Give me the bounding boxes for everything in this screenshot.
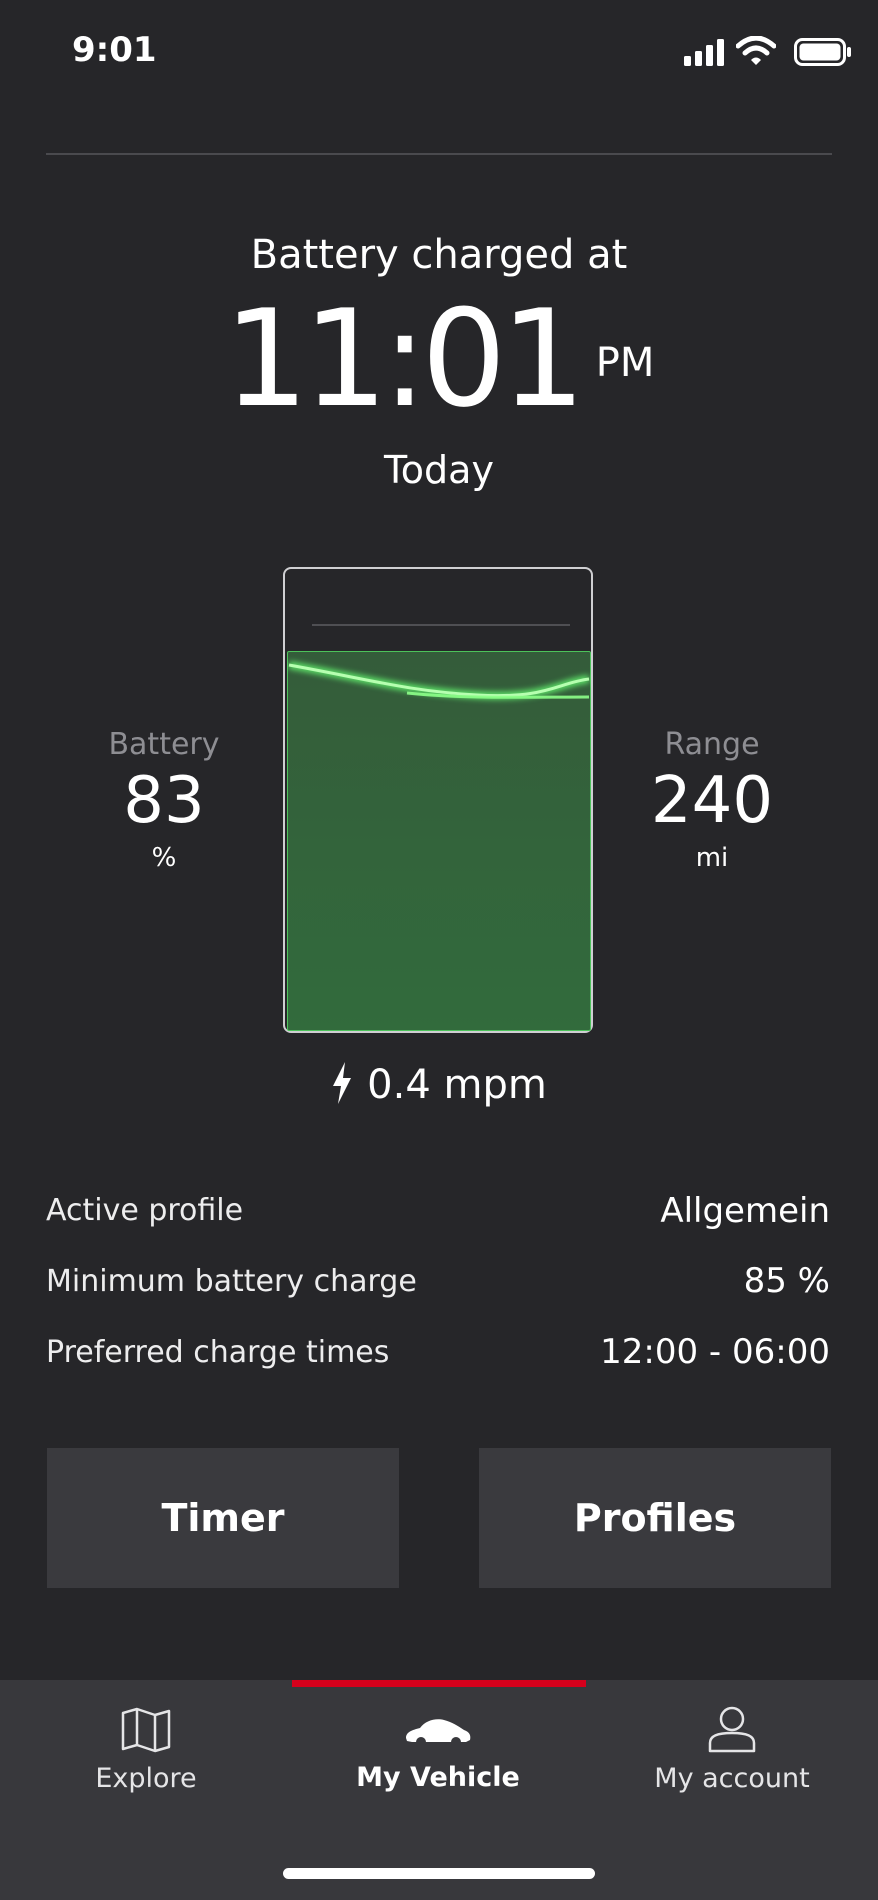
map-icon bbox=[121, 1707, 171, 1753]
info-label-min-charge: Minimum battery charge bbox=[46, 1264, 417, 1299]
battery-unit: % bbox=[151, 843, 177, 873]
battery-value: 83 bbox=[123, 764, 205, 838]
info-value-active-profile: Allgemein bbox=[660, 1191, 830, 1231]
status-time: 9:01 bbox=[72, 30, 157, 70]
tab-my-vehicle[interactable]: My Vehicle bbox=[292, 1700, 584, 1810]
info-label-active-profile: Active profile bbox=[46, 1193, 244, 1228]
range-label: Range bbox=[664, 727, 760, 762]
charge-time-ampm: PM bbox=[595, 340, 655, 386]
home-indicator bbox=[283, 1868, 595, 1879]
charge-rate-value: 0.4 mpm bbox=[367, 1062, 547, 1108]
info-value-charge-times: 12:00 - 06:00 bbox=[600, 1332, 830, 1372]
tab-active-indicator bbox=[292, 1680, 586, 1687]
info-label-charge-times: Preferred charge times bbox=[46, 1335, 390, 1370]
charge-day: Today bbox=[384, 448, 494, 492]
signal-icon bbox=[684, 39, 724, 66]
charge-wave bbox=[288, 661, 590, 700]
car-icon bbox=[406, 1719, 471, 1747]
battery-icon bbox=[794, 38, 851, 66]
wifi-icon bbox=[736, 36, 776, 65]
top-divider bbox=[46, 153, 832, 155]
info-value-min-charge: 85 % bbox=[743, 1261, 830, 1301]
charge-time-value: 11:01 bbox=[223, 281, 586, 437]
bolt-icon bbox=[333, 1062, 352, 1104]
charge-rate: 0.4 mpm bbox=[0, 1062, 878, 1108]
charge-time: 11:01 PM bbox=[0, 292, 878, 426]
tab-explore[interactable]: Explore bbox=[0, 1700, 292, 1810]
timer-button[interactable]: Timer bbox=[47, 1448, 399, 1588]
user-icon bbox=[708, 1706, 756, 1753]
tab-explore-label: Explore bbox=[95, 1763, 197, 1794]
tab-my-account[interactable]: My account bbox=[586, 1700, 878, 1810]
range-unit: mi bbox=[695, 843, 729, 873]
status-icons bbox=[684, 36, 851, 70]
charge-limit-line bbox=[312, 624, 570, 626]
charged-label: Battery charged at bbox=[250, 232, 628, 278]
range-value: 240 bbox=[650, 764, 774, 838]
profiles-button[interactable]: Profiles bbox=[479, 1448, 831, 1588]
tab-my-vehicle-label: My Vehicle bbox=[356, 1762, 520, 1793]
tab-my-account-label: My account bbox=[654, 1763, 810, 1794]
battery-label: Battery bbox=[108, 727, 220, 762]
